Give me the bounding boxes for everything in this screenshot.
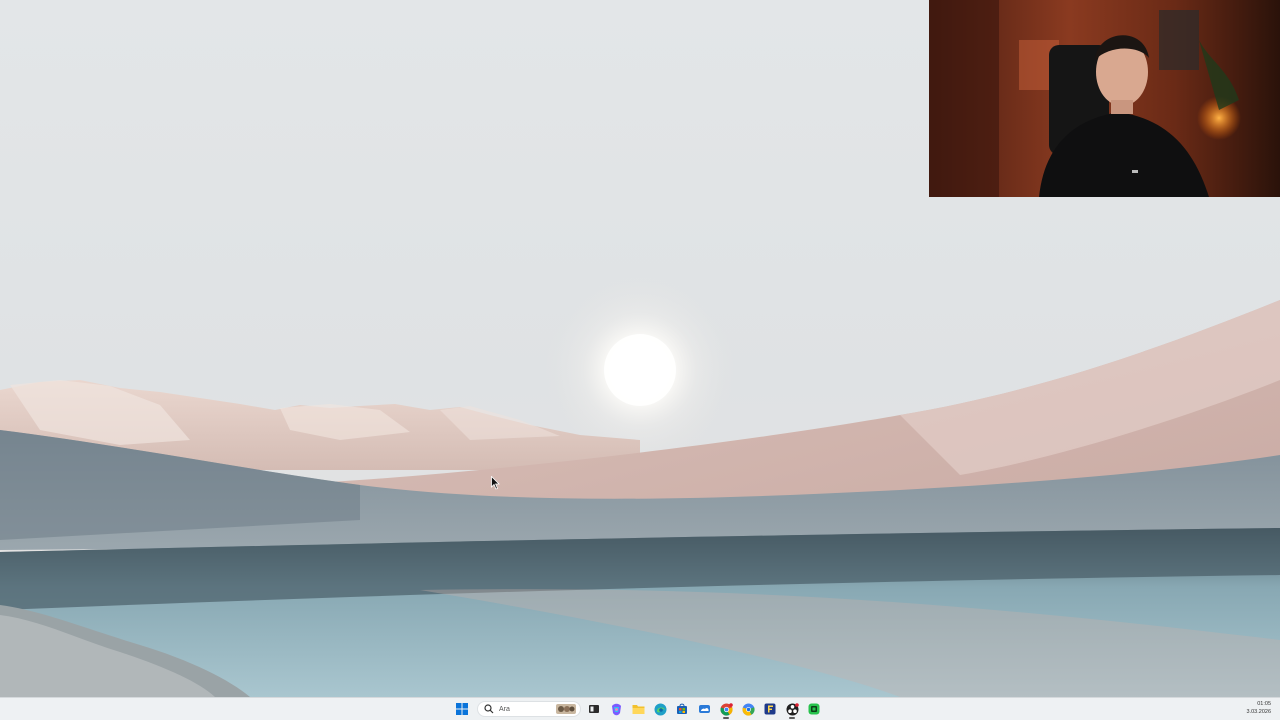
start-button[interactable] <box>453 700 471 718</box>
taskbar: Ara 01:05 3.03.2026 <box>0 697 1280 720</box>
chrome-profile-icon <box>742 703 755 715</box>
task-view-button[interactable] <box>585 700 603 718</box>
copilot-icon <box>611 703 621 715</box>
store-button[interactable] <box>673 700 691 718</box>
search-icon <box>484 704 494 714</box>
app-f-button[interactable] <box>761 700 779 718</box>
obs-icon <box>786 702 799 715</box>
search-highlight-icon <box>556 704 576 714</box>
green-app-button[interactable] <box>805 700 823 718</box>
file-explorer-icon <box>632 705 644 714</box>
copilot-button[interactable] <box>607 700 625 718</box>
chrome-active-indicator <box>723 717 729 719</box>
onedrive-icon <box>698 705 710 713</box>
file-explorer-button[interactable] <box>629 700 647 718</box>
obs-active-indicator <box>789 717 795 719</box>
system-clock[interactable]: 01:05 3.03.2026 <box>1247 700 1271 716</box>
obs-button[interactable] <box>783 700 801 719</box>
search-placeholder: Ara <box>499 705 510 713</box>
clock-date: 3.03.2026 <box>1246 709 1271 715</box>
chrome-button[interactable] <box>717 700 735 719</box>
onedrive-button[interactable] <box>695 700 713 718</box>
edge-icon <box>654 703 666 715</box>
chrome-icon <box>720 702 733 715</box>
taskbar-search[interactable]: Ara <box>477 701 581 717</box>
app-f-icon <box>764 703 776 715</box>
store-icon <box>677 703 687 714</box>
chrome-profile-button[interactable] <box>739 700 757 718</box>
task-view-icon <box>589 705 599 713</box>
taskbar-center: Ara <box>453 700 827 719</box>
mouse-cursor-icon <box>491 476 500 490</box>
clock-time: 01:05 <box>1257 701 1271 707</box>
desktop <box>0 0 1280 697</box>
webcam-overlay <box>929 0 1280 197</box>
windows-start-icon <box>456 703 468 715</box>
green-app-icon <box>808 703 820 715</box>
edge-button[interactable] <box>651 700 669 718</box>
